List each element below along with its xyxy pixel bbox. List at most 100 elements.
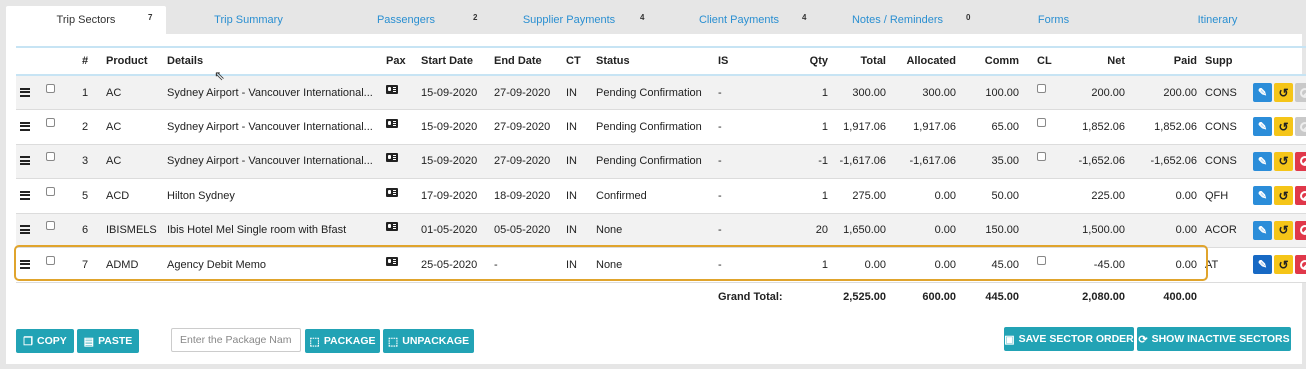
undo-icon: ↺: [1278, 257, 1289, 272]
edit-button[interactable]: ✎: [1253, 151, 1272, 171]
copy-icon: ❐: [23, 335, 34, 348]
undo-button[interactable]: ↺: [1274, 186, 1293, 206]
delete-circle-icon: [1299, 156, 1306, 167]
cell-details: Sydney Airport - Vancouver International…: [167, 120, 373, 133]
edit-button[interactable]: ✎: [1253, 117, 1272, 137]
header-details[interactable]: Details: [163, 47, 382, 75]
tab-itinerary[interactable]: Itinerary: [1133, 6, 1302, 34]
row-checkbox[interactable]: [46, 186, 55, 196]
row-checkbox[interactable]: [46, 83, 55, 93]
cell-qty: 1: [821, 258, 828, 271]
cl-checkbox[interactable]: [1037, 83, 1046, 93]
drag-handle-icon[interactable]: [20, 87, 30, 97]
drag-handle-icon[interactable]: [20, 225, 30, 235]
save-sector-order-button[interactable]: ▣ SAVE SECTOR ORDER: [1004, 327, 1134, 351]
grand-total-row: Grand Total: 2,525.00 600.00 445.00 2,08…: [16, 282, 1306, 312]
cl-checkbox[interactable]: [1037, 255, 1046, 265]
table-row[interactable]: 5 ACD Hilton Sydney 17-09-2020 18-09-202…: [16, 178, 1306, 213]
undo-button[interactable]: ↺: [1274, 83, 1293, 102]
delete-button[interactable]: [1295, 255, 1306, 275]
drag-handle-icon[interactable]: [20, 190, 30, 200]
cell-comm: 150.00: [985, 224, 1019, 237]
delete-button[interactable]: [1295, 151, 1306, 171]
copy-button[interactable]: ❐ COPY: [16, 329, 74, 353]
cell-total: 1,650.00: [843, 224, 886, 237]
header-comm: Comm: [984, 55, 1019, 67]
tab-supplier-payments[interactable]: Supplier Payments 4: [481, 6, 657, 34]
cell-paid: 0.00: [1175, 224, 1197, 237]
pax-card-icon[interactable]: [386, 187, 398, 197]
row-checkbox[interactable]: [46, 117, 55, 127]
cell-allocated: 300.00: [922, 86, 956, 99]
drag-handle-icon[interactable]: [20, 121, 30, 131]
pax-card-icon[interactable]: [386, 84, 398, 94]
cell-start-date: 15-09-2020: [421, 120, 478, 133]
grand-total-paid: 400.00: [1163, 291, 1197, 304]
table-row[interactable]: 7 ADMD Agency Debit Memo 25-05-2020 - IN…: [16, 247, 1306, 282]
header-start-date[interactable]: Start Date: [417, 47, 490, 75]
tab-trip-summary[interactable]: Trip Summary: [166, 6, 331, 34]
tab-label: Forms: [1037, 14, 1070, 26]
delete-button[interactable]: [1295, 117, 1306, 137]
table-row[interactable]: 2 AC Sydney Airport - Vancouver Internat…: [16, 109, 1306, 144]
edit-button[interactable]: ✎: [1253, 220, 1272, 240]
tab-label: Trip Sectors: [56, 14, 116, 26]
cell-supp: ACOR: [1205, 224, 1237, 237]
undo-button[interactable]: ↺: [1274, 117, 1293, 137]
edit-button[interactable]: ✎: [1253, 83, 1272, 102]
header-end-date[interactable]: End Date: [490, 47, 562, 75]
header-status[interactable]: Status: [592, 47, 714, 75]
package-name-input[interactable]: [171, 328, 301, 352]
undo-button[interactable]: ↺: [1274, 220, 1293, 240]
tab-notes-reminders[interactable]: Notes / Reminders 0: [821, 6, 974, 34]
delete-circle-icon: [1299, 190, 1306, 201]
header-product[interactable]: Product: [102, 47, 163, 75]
delete-circle-icon: [1299, 259, 1306, 270]
paste-button[interactable]: ▤ PASTE: [77, 329, 139, 353]
edit-button[interactable]: ✎: [1253, 255, 1272, 275]
pax-card-icon[interactable]: [386, 256, 398, 266]
row-checkbox[interactable]: [46, 152, 55, 162]
pax-card-icon[interactable]: [386, 153, 398, 163]
unpackage-button[interactable]: ⬚ UNPACKAGE: [383, 329, 474, 353]
show-inactive-sectors-button[interactable]: ⟳ SHOW INACTIVE SECTORS: [1137, 327, 1291, 351]
cell-details: Agency Debit Memo: [167, 258, 267, 271]
cell-status: None: [596, 258, 623, 271]
grand-total-net: 2,080.00: [1082, 291, 1125, 304]
table-row[interactable]: 6 IBISMELS Ibis Hotel Mel Single room wi…: [16, 213, 1306, 248]
header-total: Total: [860, 55, 886, 67]
drag-handle-icon[interactable]: [20, 259, 30, 269]
row-checkbox[interactable]: [46, 255, 55, 265]
tab-badge: 0: [966, 13, 971, 22]
table-row[interactable]: 1 AC Sydney Airport - Vancouver Internat…: [16, 75, 1306, 110]
cell-ct: IN: [566, 86, 577, 99]
delete-button[interactable]: [1295, 186, 1306, 206]
package-button[interactable]: ⬚ PACKAGE: [305, 329, 380, 353]
cell-start-date: 25-05-2020: [421, 258, 478, 271]
save-icon: ▣: [1004, 333, 1015, 346]
undo-button[interactable]: ↺: [1274, 255, 1293, 275]
cl-checkbox[interactable]: [1037, 117, 1046, 127]
cl-checkbox[interactable]: [1037, 152, 1046, 162]
cell-comm: 65.00: [991, 120, 1019, 133]
header-num: #: [82, 55, 89, 67]
tab-forms[interactable]: Forms: [974, 6, 1133, 34]
tab-trip-sectors[interactable]: Trip Sectors 7: [6, 6, 166, 34]
grand-total-label: Grand Total:: [718, 291, 783, 304]
header-qty: Qty: [809, 55, 828, 67]
cell-net: -45.00: [1093, 258, 1125, 271]
undo-button[interactable]: ↺: [1274, 151, 1293, 171]
pax-card-icon[interactable]: [386, 118, 398, 128]
edit-button[interactable]: ✎: [1253, 186, 1272, 206]
tab-passengers[interactable]: Passengers 2: [331, 6, 481, 34]
pax-card-icon[interactable]: [386, 222, 398, 232]
drag-handle-icon[interactable]: [20, 156, 30, 166]
row-checkbox[interactable]: [46, 221, 55, 231]
cell-product: AC: [106, 155, 122, 168]
cell-paid: 1,852.06: [1154, 120, 1197, 133]
table-row[interactable]: 3 AC Sydney Airport - Vancouver Internat…: [16, 144, 1306, 179]
tab-client-payments[interactable]: Client Payments 4: [657, 6, 821, 34]
delete-button[interactable]: [1295, 220, 1306, 240]
cell-is: -: [718, 86, 722, 99]
delete-button[interactable]: [1295, 83, 1306, 102]
